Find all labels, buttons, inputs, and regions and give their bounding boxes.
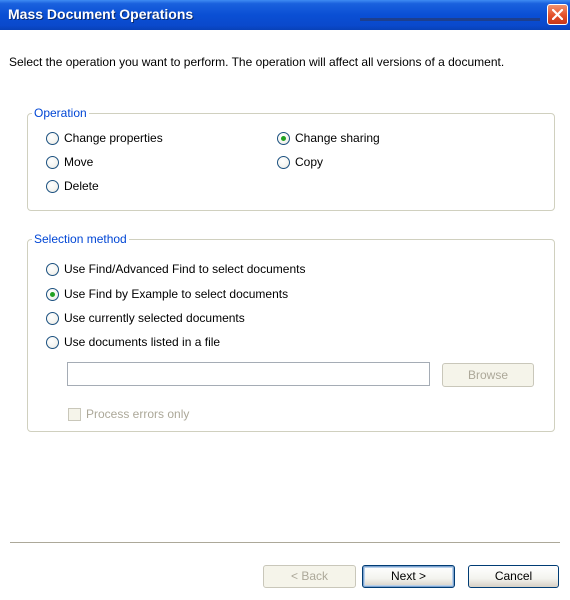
footer-separator	[10, 542, 560, 544]
file-path-input[interactable]	[67, 362, 430, 386]
instruction-text: Select the operation you want to perform…	[9, 55, 505, 69]
radio-use-find-by-example[interactable]: Use Find by Example to select documents	[46, 287, 288, 301]
radio-button-icon	[46, 155, 59, 169]
radio-change-properties[interactable]: Change properties	[46, 131, 163, 145]
radio-label: Change properties	[64, 131, 163, 145]
radio-button-icon	[46, 179, 59, 193]
close-button[interactable]	[547, 4, 568, 25]
radio-button-icon	[277, 155, 290, 169]
close-icon	[552, 9, 563, 20]
browse-button[interactable]: Browse	[442, 363, 534, 387]
mass-document-operations-dialog: Mass Document Operations Select the oper…	[0, 0, 570, 600]
next-button[interactable]: Next >	[362, 565, 455, 588]
radio-label: Use currently selected documents	[64, 311, 245, 325]
radio-move[interactable]: Move	[46, 155, 93, 169]
radio-label: Move	[64, 155, 94, 169]
back-button[interactable]: < Back	[263, 565, 356, 588]
process-errors-only-checkbox[interactable]: Process errors only	[68, 407, 189, 421]
radio-delete[interactable]: Delete	[46, 179, 99, 193]
radio-button-icon	[46, 335, 59, 349]
title-bar-decoration	[360, 18, 540, 21]
radio-label: Delete	[64, 179, 99, 193]
radio-change-sharing[interactable]: Change sharing	[277, 131, 380, 145]
radio-label: Use Find/Advanced Find to select documen…	[64, 262, 306, 276]
radio-use-find-advanced-find[interactable]: Use Find/Advanced Find to select documen…	[46, 262, 305, 276]
checkbox-icon	[68, 407, 81, 421]
operation-legend: Operation	[34, 106, 87, 120]
radio-use-currently-selected[interactable]: Use currently selected documents	[46, 311, 245, 325]
radio-button-selected-icon	[46, 287, 59, 301]
selection-method-legend: Selection method	[34, 232, 127, 246]
radio-label: Change sharing	[295, 131, 380, 145]
checkbox-label: Process errors only	[86, 407, 190, 421]
title-bar[interactable]: Mass Document Operations	[0, 0, 570, 30]
window-title: Mass Document Operations	[8, 6, 194, 22]
radio-label: Use documents listed in a file	[64, 335, 221, 349]
radio-use-documents-in-file[interactable]: Use documents listed in a file	[46, 335, 220, 349]
radio-label: Copy	[295, 155, 324, 169]
radio-copy[interactable]: Copy	[277, 155, 323, 169]
radio-label: Use Find by Example to select documents	[64, 287, 289, 301]
radio-button-icon	[46, 131, 59, 145]
cancel-button[interactable]: Cancel	[468, 565, 559, 588]
radio-button-selected-icon	[277, 131, 290, 145]
radio-button-icon	[46, 262, 59, 276]
radio-button-icon	[46, 311, 59, 325]
